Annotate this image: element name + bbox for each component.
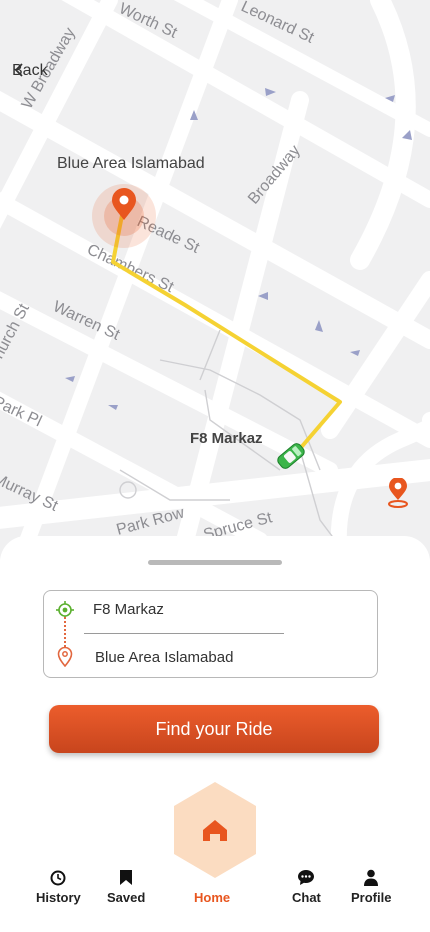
destination-pin-icon bbox=[92, 184, 156, 248]
nav-item-home[interactable]: Home bbox=[194, 866, 230, 905]
find-ride-button[interactable]: Find your Ride bbox=[49, 705, 379, 753]
sheet-handle[interactable] bbox=[148, 560, 282, 565]
route-card: F8 Markaz Blue Area Islamabad bbox=[43, 590, 378, 678]
nav-label-saved: Saved bbox=[107, 890, 146, 905]
history-icon bbox=[50, 870, 66, 886]
nav-item-saved[interactable]: Saved bbox=[107, 866, 145, 905]
map-view[interactable]: Worth St Leonard St W Broadway Broadway … bbox=[0, 0, 430, 560]
place-pin-icon[interactable] bbox=[384, 478, 412, 510]
nav-label-chat: Chat bbox=[292, 890, 321, 905]
bottom-sheet: F8 Markaz Blue Area Islamabad Find your … bbox=[0, 536, 430, 932]
bookmark-icon bbox=[120, 870, 133, 885]
nav-item-profile[interactable]: Profile bbox=[351, 866, 391, 905]
nav-label-home: Home bbox=[194, 890, 231, 905]
nav-label-history: History bbox=[36, 890, 81, 905]
origin-map-label: F8 Markaz bbox=[190, 430, 263, 447]
car-icon bbox=[277, 443, 305, 469]
destination-field[interactable]: Blue Area Islamabad bbox=[95, 649, 233, 666]
home-hexagon[interactable] bbox=[170, 780, 260, 880]
route-divider bbox=[84, 633, 284, 634]
chat-icon bbox=[298, 870, 315, 885]
nav-label-profile: Profile bbox=[351, 890, 392, 905]
chevron-left-icon bbox=[14, 63, 23, 77]
origin-field[interactable]: F8 Markaz bbox=[93, 601, 164, 618]
back-button[interactable]: Back bbox=[12, 62, 48, 80]
nav-item-history[interactable]: History bbox=[36, 866, 81, 905]
map-canvas: Worth St Leonard St W Broadway Broadway … bbox=[0, 0, 430, 560]
profile-icon bbox=[364, 869, 379, 886]
nav-item-chat[interactable]: Chat bbox=[292, 866, 321, 905]
svg-text:Park Pl: Park Pl bbox=[0, 393, 44, 430]
route-connector bbox=[64, 617, 66, 647]
bottom-nav: History Saved Home Chat Profile bbox=[0, 780, 430, 930]
destination-pin-small-icon bbox=[57, 647, 73, 667]
destination-map-label: Blue Area Islamabad bbox=[57, 155, 205, 172]
